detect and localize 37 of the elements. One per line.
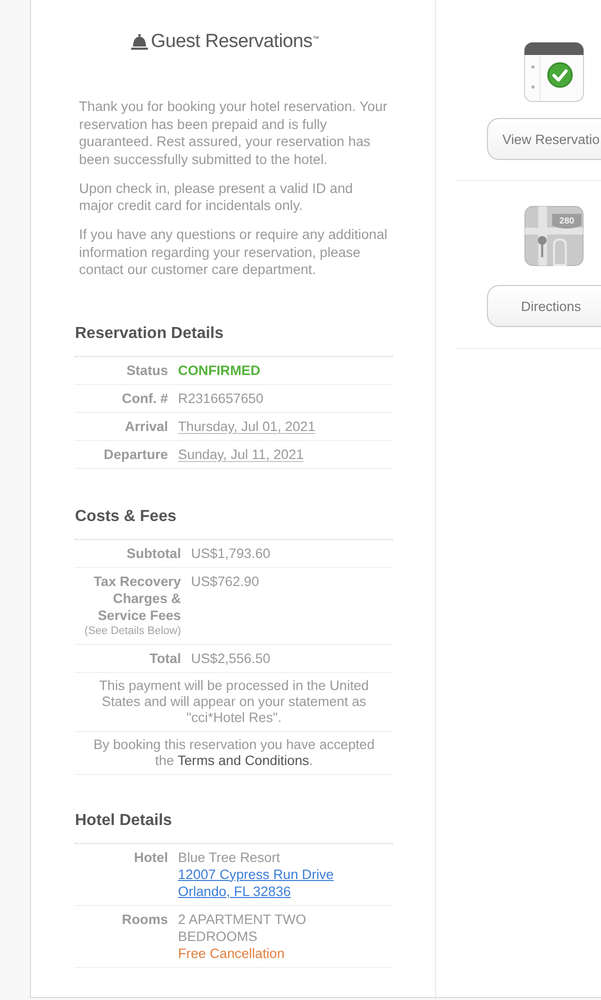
row-label: Arrival bbox=[124, 418, 168, 434]
terms-link[interactable]: Terms and Conditions bbox=[178, 752, 310, 768]
value-text: R2316657650 bbox=[178, 390, 264, 406]
map-icon bbox=[524, 206, 584, 266]
section-heading: Hotel Details bbox=[75, 810, 393, 844]
bell-icon bbox=[130, 34, 148, 50]
row-label: Total bbox=[148, 650, 181, 666]
details-note: (See Details Below) bbox=[83, 624, 181, 638]
date-value: Thursday, Jul 01, 2021 bbox=[178, 418, 316, 434]
row-label: Conf. # bbox=[120, 390, 168, 406]
directions-button[interactable]: Directions bbox=[487, 285, 601, 327]
value-text: US$762.90 bbox=[191, 572, 260, 590]
value-text: Blue Tree Resort bbox=[178, 848, 280, 866]
row-label: Hotel bbox=[133, 848, 168, 866]
intro-paragraph: Thank you for booking your hotel reservation. Your reservation has been prepaid and is fully guaranteed. Rest assured, your reservation has been successfully submitted to the hotel. bbox=[79, 98, 388, 168]
logo-text: Guest Reservations$^{™}$ bbox=[150, 30, 320, 54]
row-label: Subtotal bbox=[126, 544, 181, 562]
intro-paragraph: If you have any questions or require any additional information regarding your reservation, please contact our customer care department. bbox=[79, 226, 388, 278]
value-text: US$2,556.50 bbox=[191, 650, 270, 666]
row-label: Rooms bbox=[120, 910, 168, 928]
row-label: Departure bbox=[102, 446, 168, 462]
value-text: US$1,793.60 bbox=[191, 544, 270, 562]
intro-paragraph: Upon check in, please present a valid ID and major credit card for incidentals only. bbox=[79, 180, 354, 214]
address-link[interactable]: Orlando, FL 32836 bbox=[178, 882, 291, 900]
row-label: Status bbox=[125, 362, 168, 378]
calendar-check-icon bbox=[524, 42, 584, 102]
section-heading: Reservation Details bbox=[75, 324, 393, 356]
row-label: Tax Recovery Charges & Service Fees bbox=[92, 572, 181, 624]
status-value: CONFIRMED bbox=[178, 362, 260, 378]
terms-note: By booking this reservation you have accepted the Terms and Conditions. bbox=[75, 732, 393, 774]
view-reservation-button[interactable]: View Reservatio bbox=[487, 118, 601, 160]
cancellation-note: Free Cancellation bbox=[178, 944, 285, 962]
date-value: Sunday, Jul 11, 2021 bbox=[178, 446, 304, 462]
value-text: 2 APARTMENT TWO BEDROOMS bbox=[178, 910, 308, 944]
payment-note: This payment will be processed in the United States and will appear on your statement as "cci*Hotel Res". bbox=[75, 672, 393, 732]
address-link[interactable]: 12007 Cypress Run Drive bbox=[178, 866, 334, 882]
section-heading: Costs & Fees bbox=[75, 506, 393, 540]
